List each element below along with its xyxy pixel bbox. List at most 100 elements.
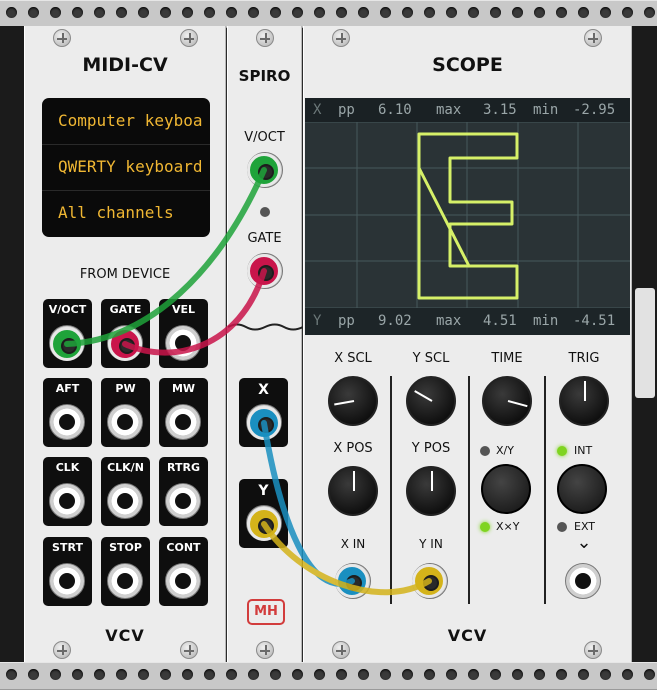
y-pp-value: 9.02	[378, 313, 412, 329]
output-jack[interactable]	[165, 325, 201, 361]
output-label: CLK	[55, 461, 80, 474]
y-scale-knob[interactable]	[406, 376, 456, 426]
rail-hole	[380, 669, 391, 680]
x-channel-label: X	[313, 102, 322, 118]
rail-hole	[116, 7, 127, 18]
y-scl-label: Y SCL	[412, 351, 450, 366]
rail-hole	[578, 669, 589, 680]
output-box-vel: VEL	[159, 299, 208, 368]
rail-hole	[358, 669, 369, 680]
xy-mode-led	[480, 446, 490, 456]
rail-hole	[160, 669, 171, 680]
output-box-stop: STOP	[101, 537, 150, 606]
rail-hole	[424, 669, 435, 680]
rail-hole	[6, 7, 17, 18]
gate-label: GATE	[247, 231, 282, 246]
rail-hole	[534, 7, 545, 18]
rail-hole	[292, 669, 303, 680]
trig-knob[interactable]	[559, 376, 609, 426]
rail-hole	[358, 7, 369, 18]
cable-plug-blue[interactable]	[247, 406, 281, 440]
cable-plug-green[interactable]	[50, 327, 84, 361]
left-rack-edge	[0, 26, 24, 662]
module-title: SPIRO	[238, 67, 291, 85]
rail-hole	[94, 669, 105, 680]
rail-hole	[380, 7, 391, 18]
rail-hole	[402, 669, 413, 680]
x-position-knob[interactable]	[328, 466, 378, 516]
output-jack[interactable]	[49, 404, 85, 440]
rail-hole	[578, 7, 589, 18]
rail-hole	[72, 7, 83, 18]
midi-driver-item[interactable]: Computer keyboa	[42, 98, 210, 145]
rail-hole	[270, 7, 281, 18]
time-knob[interactable]	[482, 376, 532, 426]
rail-hole	[182, 7, 193, 18]
rail-hole	[28, 7, 39, 18]
x-max-value: 3.15	[483, 102, 517, 118]
rail-hole	[336, 669, 347, 680]
cable-plug-red[interactable]	[108, 327, 142, 361]
rail-hole	[182, 669, 193, 680]
output-jack[interactable]	[107, 483, 143, 519]
rail-hole	[468, 669, 479, 680]
output-box-pw: PW	[101, 378, 150, 447]
x-scale-knob[interactable]	[328, 376, 378, 426]
rail-hole	[402, 7, 413, 18]
output-jack[interactable]	[49, 563, 85, 599]
output-jack[interactable]	[49, 483, 85, 519]
trigger-source-button[interactable]	[557, 464, 607, 514]
screw-icon	[332, 29, 350, 47]
x-scl-label: X SCL	[334, 351, 372, 366]
vcv-logo: VCV	[105, 626, 145, 645]
cable-plug-yellow[interactable]	[247, 507, 281, 541]
y-position-knob[interactable]	[406, 466, 456, 516]
y-min-value: -4.51	[573, 313, 616, 329]
xxy-mode-led	[480, 522, 490, 532]
rail-hole	[490, 669, 501, 680]
midi-channel-item[interactable]: All channels	[42, 190, 210, 236]
status-led	[260, 207, 270, 217]
x-min-value: -2.95	[573, 102, 616, 118]
x-stats-bar: X pp 6.10 max 3.15 min -2.95	[305, 98, 630, 122]
cable-plug-green[interactable]	[247, 153, 281, 187]
module-title: MIDI-CV	[82, 54, 168, 76]
output-label: RTRG	[167, 461, 200, 474]
rail-hole	[556, 7, 567, 18]
y-max-label: max	[436, 313, 462, 329]
output-jack[interactable]	[107, 404, 143, 440]
xxy-mode-label: X×Y	[496, 520, 520, 533]
rail-hole	[138, 669, 149, 680]
rail-hole	[226, 669, 237, 680]
y-pos-label: Y POS	[411, 441, 451, 456]
rail-hole	[644, 669, 655, 680]
rail-hole	[28, 669, 39, 680]
output-label: V/OCT	[48, 303, 87, 316]
output-jack[interactable]	[165, 404, 201, 440]
cable-plug-blue[interactable]	[335, 564, 369, 598]
output-jack[interactable]	[165, 483, 201, 519]
y-channel-label: Y	[313, 313, 322, 329]
x-output-label: X	[258, 382, 269, 398]
column-divider	[468, 376, 470, 604]
output-label: CONT	[166, 541, 201, 554]
output-label: CLK/N	[107, 461, 144, 474]
rail-hole	[490, 7, 501, 18]
bottom-rail	[0, 662, 657, 690]
vcv-logo: VCV	[447, 626, 488, 645]
x-pp-value: 6.10	[378, 102, 412, 118]
rail-hole	[468, 7, 479, 18]
output-jack[interactable]	[107, 563, 143, 599]
external-trigger-jack[interactable]	[565, 563, 601, 599]
y-max-value: 4.51	[483, 313, 517, 329]
cable-plug-yellow[interactable]	[412, 564, 446, 598]
rail-hole	[6, 669, 17, 680]
cable-plug-red[interactable]	[247, 254, 281, 288]
midi-device-item[interactable]: QWERTY keyboard	[42, 144, 210, 191]
display-mode-button[interactable]	[481, 464, 531, 514]
output-jack[interactable]	[165, 563, 201, 599]
adjacent-module-edge	[632, 26, 657, 662]
output-box-aft: AFT	[43, 378, 92, 447]
rail-hole	[446, 7, 457, 18]
output-label: VEL	[171, 303, 196, 316]
